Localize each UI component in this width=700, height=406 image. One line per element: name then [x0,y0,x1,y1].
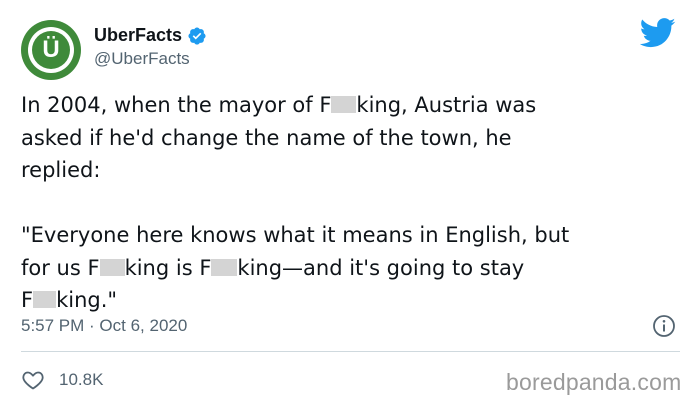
like-count: 10.8K [59,370,104,389]
tweet-text: In 2004, when the mayor of Fking, Austri… [21,89,681,317]
tweet-quote: "Everyone here knows what it means in En… [21,223,570,312]
censor-block [99,258,125,276]
avatar-logo: Ü [32,31,70,69]
censor-block [211,258,238,276]
twitter-bird-icon[interactable] [640,18,676,48]
censor-block [33,291,57,308]
tweet-timestamp[interactable]: 5:57 PM · Oct 6, 2020 [21,316,187,336]
divider [21,351,680,352]
watermark: boredpanda.com [506,369,682,395]
heart-icon [22,371,44,390]
tweet-paragraph: In 2004, when the mayor of Fking, Austri… [21,93,537,182]
censor-block [331,96,357,113]
avatar[interactable]: Ü [21,20,81,80]
display-name[interactable]: UberFacts [94,25,182,46]
like-button[interactable]: 10.8K [21,368,103,392]
info-icon[interactable] [652,314,676,338]
verified-badge-icon [188,26,206,45]
tweet-card: Ü UberFacts @UberFacts In 2004, when the… [0,0,700,406]
user-handle[interactable]: @UberFacts [94,49,190,69]
author-name-row: UberFacts [94,25,207,46]
